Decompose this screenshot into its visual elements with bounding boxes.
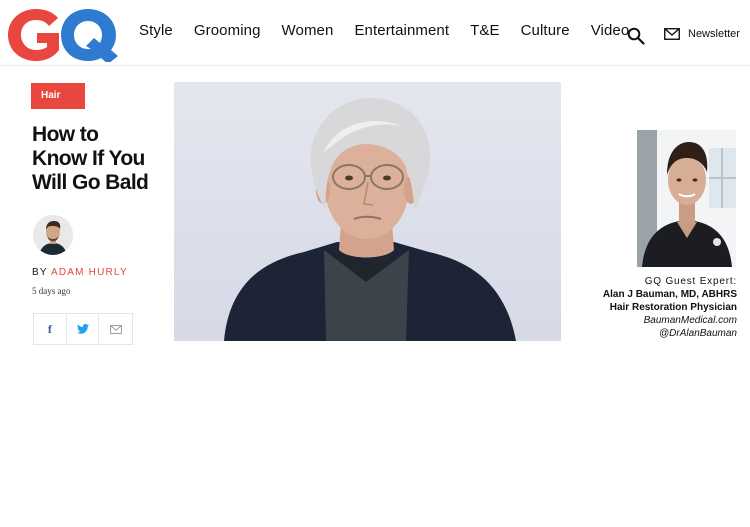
article-headline: How to Know If You Will Go Bald — [32, 123, 172, 195]
nav-item-women[interactable]: Women — [282, 22, 334, 46]
nav-item-culture[interactable]: Culture — [521, 22, 570, 46]
gq-logo[interactable] — [6, 6, 122, 62]
expert-info: GQ Guest Expert: Alan J Bauman, MD, ABHR… — [603, 275, 737, 340]
search-icon — [627, 27, 645, 45]
newsletter-link[interactable]: Newsletter — [664, 28, 740, 40]
hero-portrait — [174, 82, 561, 341]
category-tag[interactable]: Hair — [31, 83, 85, 109]
hero-image — [174, 82, 561, 341]
expert-title: Hair Restoration Physician — [609, 302, 737, 313]
byline-prefix: BY — [32, 267, 48, 278]
nav-item-style[interactable]: Style — [139, 22, 173, 46]
share-email-button[interactable] — [99, 314, 132, 344]
nav-item-entertainment[interactable]: Entertainment — [354, 22, 449, 46]
expert-portrait — [637, 130, 736, 267]
expert-name: Alan J Bauman, MD, ABHRS — [602, 289, 737, 300]
expert-twitter-handle[interactable]: @DrAlanBauman — [603, 327, 737, 340]
author-link[interactable]: ADAM HURLY — [51, 267, 128, 278]
mail-icon — [664, 28, 680, 40]
expert-photo — [637, 130, 736, 267]
expert-website-link[interactable]: BaumanMedical.com — [603, 314, 737, 327]
publish-time: 5 days ago — [32, 286, 71, 296]
byline: BY ADAM HURLY — [32, 267, 128, 278]
share-twitter-button[interactable] — [67, 314, 100, 344]
main-nav: Style Grooming Women Entertainment T&E C… — [139, 22, 629, 46]
expert-label: GQ Guest Expert: — [644, 276, 737, 287]
twitter-icon — [76, 324, 89, 334]
author-avatar[interactable] — [33, 215, 73, 255]
gq-logo-icon — [8, 9, 118, 62]
nav-item-video[interactable]: Video — [591, 22, 630, 46]
share-facebook-button[interactable]: f — [34, 314, 67, 344]
newsletter-label: Newsletter — [688, 28, 740, 40]
author-portrait — [33, 215, 73, 255]
nav-item-grooming[interactable]: Grooming — [194, 22, 261, 46]
nav-item-travel-entertainment[interactable]: T&E — [470, 22, 499, 46]
headline-line: Will Go Bald — [32, 171, 149, 194]
site-header: Style Grooming Women Entertainment T&E C… — [0, 0, 750, 66]
facebook-icon: f — [47, 321, 52, 336]
headline-line: Know If You — [32, 147, 145, 170]
share-bar: f — [33, 313, 133, 345]
email-icon — [109, 324, 122, 334]
search-button[interactable] — [627, 27, 645, 45]
headline-line: How to — [32, 123, 99, 146]
